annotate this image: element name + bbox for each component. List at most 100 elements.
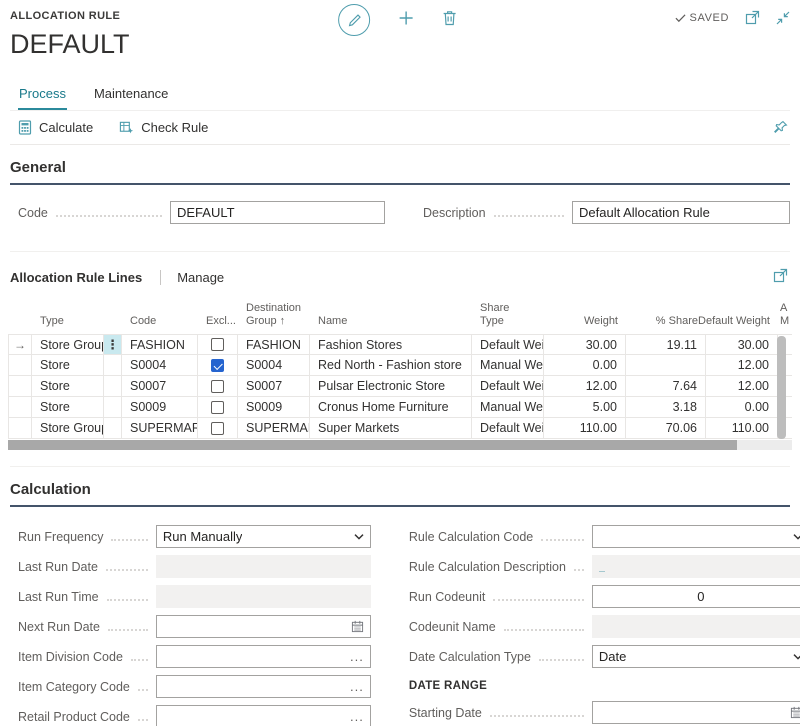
cell-weight[interactable]: 12.00 — [544, 376, 626, 396]
divider — [160, 270, 161, 285]
cell-type[interactable]: Store — [32, 355, 104, 375]
code-field[interactable]: DEFAULT — [170, 201, 385, 224]
cell-destination-group[interactable]: SUPERMARK — [238, 418, 310, 438]
col-weight[interactable]: Weight — [544, 296, 626, 334]
calculation-left-column: Run Frequency Run Manually Last Run Date… — [10, 525, 371, 726]
table-row[interactable]: Store Group SUPERMARK SUPERMARK Super Ma… — [8, 418, 792, 439]
cell-name[interactable]: Red North - Fashion store — [310, 355, 472, 375]
collapse-icon[interactable] — [776, 11, 790, 25]
cell-default-weight[interactable]: 12.00 — [706, 355, 778, 375]
cell-code[interactable]: SUPERMARK — [122, 418, 198, 438]
pin-icon[interactable] — [773, 120, 788, 135]
cell-code[interactable]: S0007 — [122, 376, 198, 396]
col-default-weight[interactable]: Default Weight — [706, 296, 778, 334]
manage-menu[interactable]: Manage — [177, 270, 224, 285]
dotted-leader — [541, 532, 584, 541]
exclude-checkbox[interactable] — [211, 338, 224, 351]
table-row[interactable]: Store S0007 S0007 Pulsar Electronic Stor… — [8, 376, 792, 397]
new-button[interactable] — [398, 10, 414, 31]
col-pct-share[interactable]: % Share — [626, 296, 706, 334]
check-rule-button[interactable]: Check Rule — [119, 120, 208, 135]
cell-share-type[interactable]: Default Wei... — [472, 335, 544, 354]
run-codeunit-field[interactable]: 0 — [592, 585, 800, 608]
col-destination-group[interactable]: Destination Group ↑ — [238, 296, 310, 334]
cell-share-type[interactable]: Manual Wei... — [472, 355, 544, 375]
cell-type[interactable]: Store — [32, 376, 104, 396]
exclude-checkbox[interactable] — [211, 380, 224, 393]
cell-pct-share[interactable]: 70.06 — [626, 418, 706, 438]
cell-share-type[interactable]: Default Wei... — [472, 376, 544, 396]
cell-pct-share[interactable]: 7.64 — [626, 376, 706, 396]
tab-process[interactable]: Process — [18, 82, 67, 110]
group-label: DATE RANGE — [401, 675, 800, 697]
description-field[interactable]: Default Allocation Rule — [572, 201, 790, 224]
cell-weight[interactable]: 0.00 — [544, 355, 626, 375]
save-status-label: SAVED — [690, 12, 729, 24]
row-menu[interactable] — [104, 418, 122, 438]
row-menu[interactable] — [104, 397, 122, 417]
next-run-date-field[interactable] — [156, 615, 371, 638]
rule-calculation-code-field[interactable] — [592, 525, 800, 548]
cell-pct-share[interactable] — [626, 355, 706, 375]
col-exclude[interactable]: Excl... — [198, 296, 238, 334]
cell-weight[interactable]: 5.00 — [544, 397, 626, 417]
cell-code[interactable]: FASHION — [122, 335, 198, 354]
cell-weight[interactable]: 110.00 — [544, 418, 626, 438]
cell-weight[interactable]: 30.00 — [544, 335, 626, 354]
cell-type[interactable]: Store Group — [32, 335, 104, 354]
row-menu[interactable] — [104, 355, 122, 375]
cell-name[interactable]: Pulsar Electronic Store — [310, 376, 472, 396]
cell-destination-group[interactable]: S0004 — [238, 355, 310, 375]
date-calculation-type-field[interactable]: Date — [592, 645, 800, 668]
cell-exclude — [198, 418, 238, 438]
open-in-window-icon[interactable] — [745, 10, 760, 25]
focus-mode-icon[interactable] — [773, 268, 788, 283]
cell-code[interactable]: S0009 — [122, 397, 198, 417]
field-label: Last Run Date — [18, 560, 106, 574]
vertical-scrollbar[interactable] — [777, 336, 786, 439]
item-category-code-field[interactable]: ... — [156, 675, 371, 698]
col-code[interactable]: Code — [122, 296, 198, 334]
cell-share-type[interactable]: Manual Wei... — [472, 397, 544, 417]
item-division-code-field[interactable]: ... — [156, 645, 371, 668]
cell-type[interactable]: Store — [32, 397, 104, 417]
cell-type[interactable]: Store Group — [32, 418, 104, 438]
exclude-checkbox[interactable] — [211, 401, 224, 414]
cell-code[interactable]: S0004 — [122, 355, 198, 375]
table-row[interactable]: Store S0009 S0009 Cronus Home Furniture … — [8, 397, 792, 418]
run-frequency-field[interactable]: Run Manually — [156, 525, 371, 548]
table-row[interactable]: → Store Group ⋮ FASHION FASHION Fashion … — [8, 334, 792, 355]
tab-maintenance[interactable]: Maintenance — [93, 82, 169, 110]
cell-name[interactable]: Fashion Stores — [310, 335, 472, 354]
col-type[interactable]: Type — [32, 296, 104, 334]
cell-pct-share[interactable]: 19.11 — [626, 335, 706, 354]
cell-default-weight[interactable]: 30.00 — [706, 335, 778, 354]
cell-destination-group[interactable]: S0007 — [238, 376, 310, 396]
edit-button[interactable] — [338, 4, 370, 36]
horizontal-scrollbar-thumb[interactable] — [8, 440, 737, 450]
exclude-checkbox[interactable] — [211, 359, 224, 372]
cell-pct-share[interactable]: 3.18 — [626, 397, 706, 417]
row-selector — [8, 355, 32, 375]
cell-name[interactable]: Cronus Home Furniture — [310, 397, 472, 417]
field-label: Starting Date — [409, 706, 490, 720]
row-menu[interactable] — [104, 376, 122, 396]
col-name[interactable]: Name — [310, 296, 472, 334]
delete-button[interactable] — [442, 10, 457, 31]
row-menu[interactable]: ⋮ — [104, 335, 122, 354]
cell-destination-group[interactable]: FASHION — [238, 335, 310, 354]
cell-name[interactable]: Super Markets — [310, 418, 472, 438]
horizontal-scrollbar-track[interactable] — [8, 440, 792, 450]
cell-destination-group[interactable]: S0009 — [238, 397, 310, 417]
cell-share-type[interactable]: Default Wei... — [472, 418, 544, 438]
table-row[interactable]: Store S0004 S0004 Red North - Fashion st… — [8, 355, 792, 376]
starting-date-field[interactable] — [592, 701, 800, 724]
calendar-icon — [351, 620, 364, 633]
exclude-checkbox[interactable] — [211, 422, 224, 435]
retail-product-code-field[interactable]: ... — [156, 705, 371, 726]
cell-default-weight[interactable]: 12.00 — [706, 376, 778, 396]
cell-default-weight[interactable]: 110.00 — [706, 418, 778, 438]
cell-default-weight[interactable]: 0.00 — [706, 397, 778, 417]
col-share-type[interactable]: Share Type — [472, 296, 544, 334]
calculate-button[interactable]: Calculate — [18, 120, 93, 135]
